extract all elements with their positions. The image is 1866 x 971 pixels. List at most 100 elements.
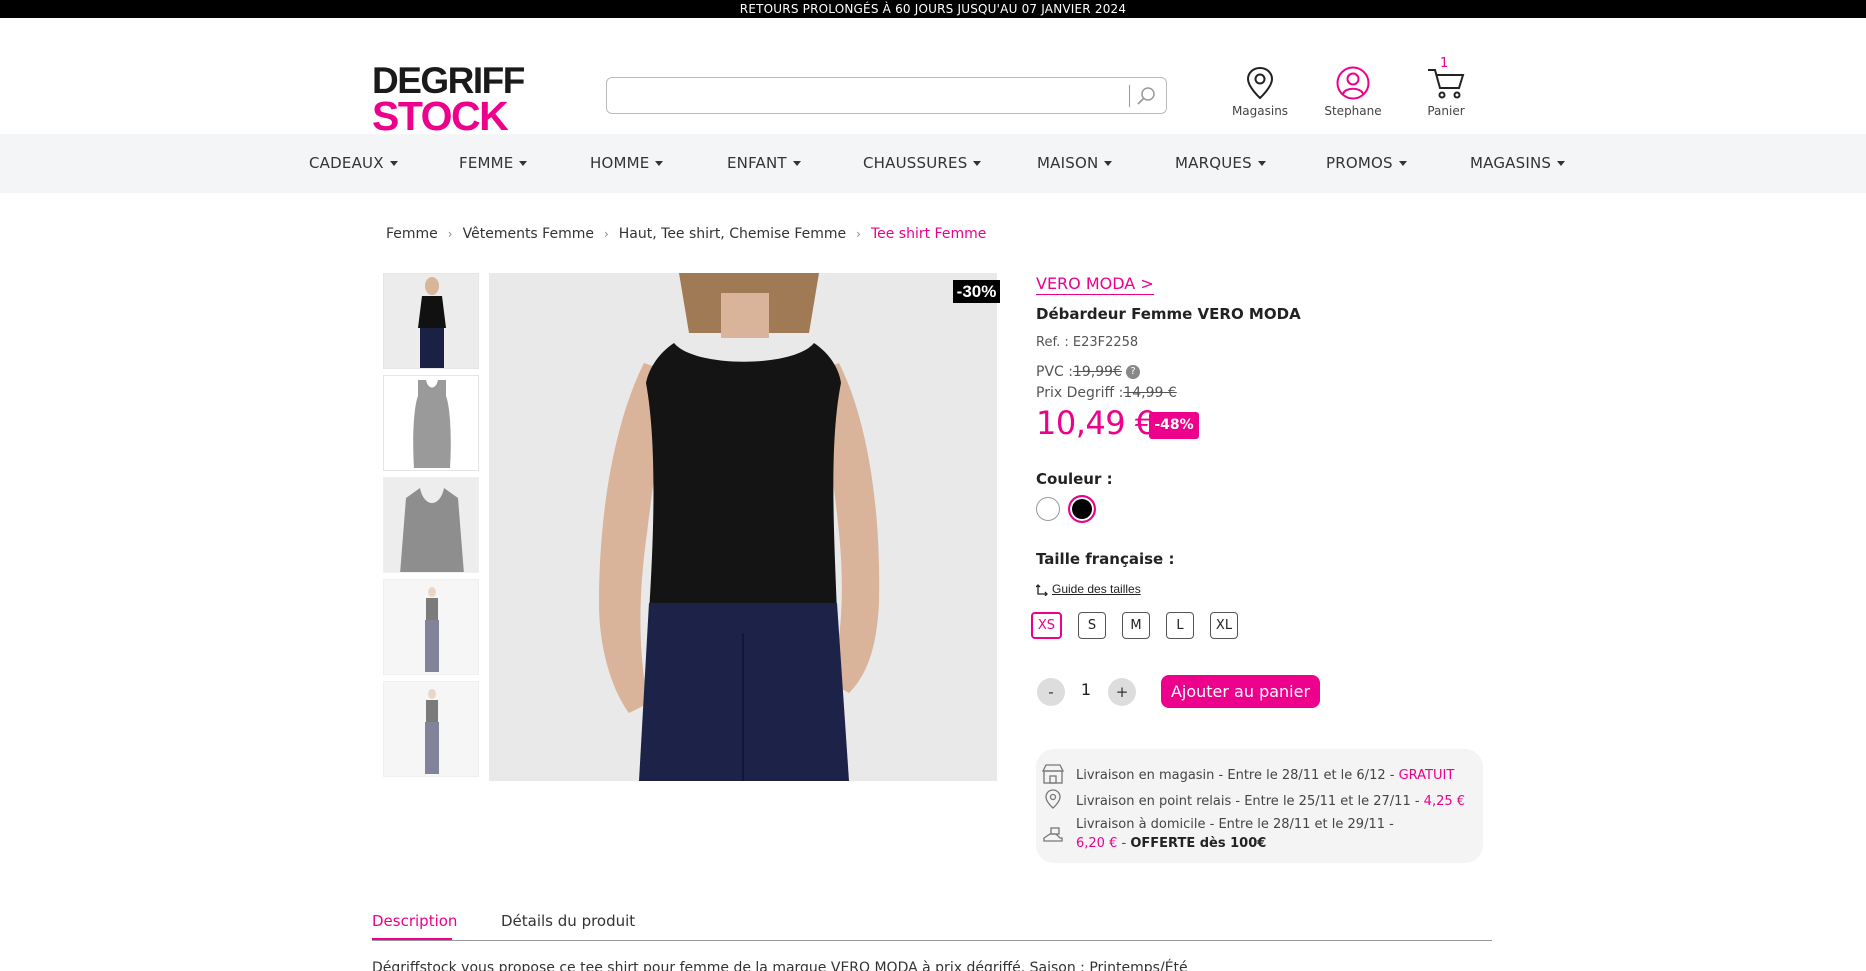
delivery-info-box: Livraison en magasin - Entre le 28/11 et…	[1036, 749, 1483, 863]
main-nav: CADEAUX FEMME HOMME ENFANT CHAUSSURES MA…	[0, 134, 1866, 193]
chevron-right-icon: ›	[447, 227, 453, 241]
caret-down-icon	[792, 161, 801, 166]
nav-label: MARQUES	[1175, 154, 1252, 172]
nav-marques[interactable]: MARQUES	[1175, 154, 1266, 172]
delivery-store-text: Livraison en magasin - Entre le 28/11 et…	[1076, 768, 1399, 783]
size-label: Taille française :	[1036, 550, 1175, 568]
delivery-store-price: GRATUIT	[1398, 768, 1455, 783]
ruler-icon	[1035, 583, 1048, 596]
caret-down-icon	[1257, 161, 1266, 166]
breadcrumb-current: Tee shirt Femme	[870, 226, 987, 242]
nav-enfant[interactable]: ENFANT	[727, 154, 801, 172]
chevron-right-icon: ›	[856, 227, 861, 241]
search-box	[606, 77, 1167, 114]
stores-label: Magasins	[1231, 104, 1289, 118]
delivery-relay-text: Livraison en point relais - Entre le 25/…	[1076, 794, 1424, 809]
caret-down-icon	[1398, 161, 1407, 166]
breadcrumb-vetements[interactable]: Vêtements Femme	[463, 226, 594, 242]
nav-label: MAGASINS	[1470, 154, 1552, 172]
pvc-price-row: PVC :19,99€?	[1036, 364, 1140, 380]
cart-label: Panier	[1427, 104, 1465, 118]
product-title: Débardeur Femme VERO MODA	[1036, 305, 1301, 323]
location-pin-icon	[1045, 789, 1061, 809]
color-swatch-black[interactable]	[1068, 495, 1096, 523]
thumbnail-5[interactable]	[383, 681, 479, 777]
degriff-label: Prix Degriff :	[1036, 385, 1124, 401]
degriff-price: 14,99 €	[1123, 385, 1177, 401]
search-divider	[1129, 85, 1130, 107]
nav-label: FEMME	[459, 154, 514, 172]
cart-link[interactable]: Panier	[1406, 66, 1486, 118]
search-icon[interactable]	[1136, 86, 1156, 106]
user-label: Stephane	[1324, 104, 1382, 118]
user-icon	[1336, 66, 1370, 100]
nav-cadeaux[interactable]: CADEAUX	[309, 154, 398, 172]
thumbnail-3[interactable]	[383, 477, 479, 573]
nav-label: CADEAUX	[309, 154, 384, 172]
model-photo	[489, 273, 997, 781]
caret-down-icon	[519, 161, 528, 166]
model-side-image	[384, 682, 478, 776]
promo-banner: RETOURS PROLONGÉS À 60 JOURS JUSQU'AU 07…	[0, 0, 1866, 18]
store-icon	[1042, 764, 1064, 784]
search-input[interactable]	[617, 78, 1127, 112]
nav-magasins[interactable]: MAGASINS	[1470, 154, 1566, 172]
thumbnail-1[interactable]	[383, 273, 479, 369]
thumbnail-2[interactable]	[383, 375, 479, 471]
description-text: Dégriffstock vous propose ce tee shirt p…	[372, 960, 1188, 971]
size-xs[interactable]: XS	[1031, 612, 1062, 639]
thumbnail-4[interactable]	[383, 579, 479, 675]
tab-description[interactable]: Description	[372, 912, 457, 930]
pvc-price: 19,99€	[1072, 364, 1122, 380]
delivery-home: Livraison à domicile - Entre le 28/11 et…	[1076, 817, 1394, 832]
cart-icon	[1428, 69, 1465, 99]
discount-percent-badge: -48%	[1149, 412, 1199, 439]
delivery-relay-price: 4,25 €	[1423, 794, 1466, 809]
nav-label: ENFANT	[727, 154, 787, 172]
delivery-home-price: 6,20 €	[1076, 836, 1118, 851]
active-tab-indicator	[372, 938, 452, 940]
nav-femme[interactable]: FEMME	[459, 154, 528, 172]
chevron-right-icon: ›	[603, 227, 609, 241]
stores-link[interactable]: Magasins	[1220, 66, 1300, 118]
brand-link[interactable]: VERO MODA >	[1036, 274, 1154, 295]
nav-homme[interactable]: HOMME	[590, 154, 664, 172]
size-l[interactable]: L	[1166, 612, 1194, 639]
nav-maison[interactable]: MAISON	[1037, 154, 1113, 172]
main-product-image[interactable]	[489, 273, 997, 781]
site-logo[interactable]: DEGRIFF STOCK	[372, 62, 525, 139]
tabs-divider	[372, 940, 1492, 941]
nav-chaussures[interactable]: CHAUSSURES	[863, 154, 982, 172]
qty-value[interactable]: 1	[1080, 680, 1092, 699]
breadcrumb-femme[interactable]: Femme	[386, 226, 438, 242]
logo-line-2: STOCK	[372, 93, 509, 139]
delivery-home-text: Livraison à domicile - Entre le 28/11 et…	[1076, 817, 1394, 832]
delivery-home-price-row: 6,20 € - OFFERTE dès 100€	[1076, 836, 1266, 851]
nav-label: HOMME	[590, 154, 650, 172]
nav-promos[interactable]: PROMOS	[1326, 154, 1407, 172]
account-link[interactable]: Stephane	[1313, 66, 1393, 118]
size-guide-link[interactable]: Guide des tailles	[1035, 582, 1141, 596]
color-label: Couleur :	[1036, 470, 1113, 488]
tab-product-details[interactable]: Détails du produit	[501, 912, 635, 930]
color-swatch-white[interactable]	[1036, 497, 1060, 521]
size-s[interactable]: S	[1078, 612, 1106, 639]
pvc-label: PVC :	[1036, 364, 1073, 380]
delivery-store: Livraison en magasin - Entre le 28/11 et…	[1076, 768, 1454, 783]
delivery-home-offer: OFFERTE dès 100€	[1130, 836, 1267, 851]
product-ref: Ref. : E23F2258	[1036, 335, 1139, 350]
size-m[interactable]: M	[1122, 612, 1150, 639]
size-xl[interactable]: XL	[1210, 612, 1238, 639]
tank-top-image	[384, 376, 478, 470]
breadcrumb-haut[interactable]: Haut, Tee shirt, Chemise Femme	[619, 226, 846, 242]
discount-badge: -30%	[953, 280, 1000, 303]
help-icon[interactable]: ?	[1125, 365, 1140, 379]
add-to-cart-button[interactable]: Ajouter au panier	[1161, 675, 1320, 708]
size-guide-text: Guide des tailles	[1052, 582, 1141, 596]
home-delivery-icon	[1043, 827, 1063, 842]
caret-down-icon	[1557, 161, 1566, 166]
qty-decrease-button[interactable]: -	[1037, 678, 1065, 706]
caret-down-icon	[389, 161, 398, 166]
qty-increase-button[interactable]: +	[1108, 678, 1136, 706]
breadcrumb: Femme › Vêtements Femme › Haut, Tee shirt, C…	[386, 226, 986, 242]
